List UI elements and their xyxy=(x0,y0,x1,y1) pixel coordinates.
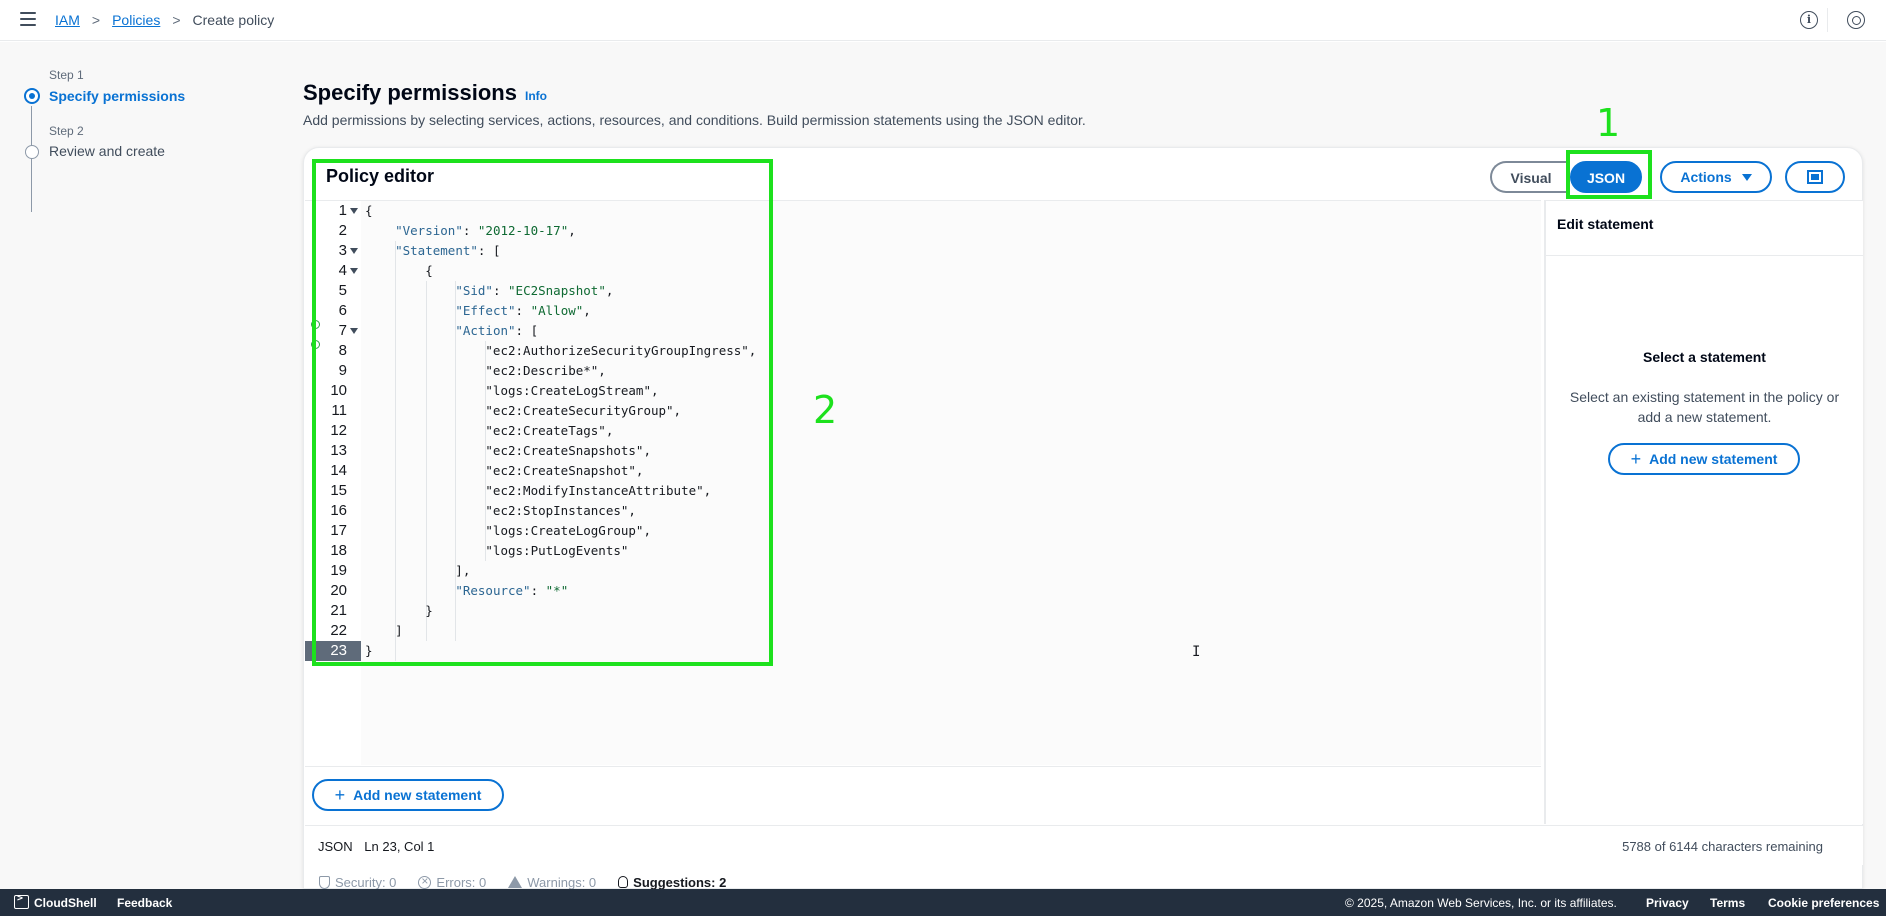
top-navigation: IAM > Policies > Create policy xyxy=(0,0,1886,41)
step-connector xyxy=(31,106,32,212)
plus-icon: + xyxy=(1630,449,1642,469)
annotation-label-1: 1 xyxy=(1596,101,1621,145)
divider xyxy=(1827,8,1828,32)
chevron-right-icon: > xyxy=(172,12,181,28)
select-statement-title: Select a statement xyxy=(1643,349,1766,365)
chevron-right-icon: > xyxy=(91,12,101,28)
cloudshell-icon[interactable] xyxy=(14,893,29,909)
add-new-statement-label: Add new statement xyxy=(353,787,482,803)
shield-icon xyxy=(319,875,330,889)
warnings-check[interactable]: Warnings: 0 xyxy=(508,874,596,890)
cloudshell-link[interactable]: CloudShell xyxy=(34,896,97,910)
cursor-position: Ln 23, Col 1 xyxy=(364,839,435,854)
validation-checks: Security: 0 Errors: 0 Warnings: 0 Sugges… xyxy=(305,866,1863,890)
step-1-label[interactable]: Specify permissions xyxy=(49,88,185,104)
suggestions-count: Suggestions: 2 xyxy=(633,874,727,890)
fullscreen-icon xyxy=(1807,170,1823,184)
error-icon xyxy=(418,874,432,889)
edit-statement-panel: Edit statement Select a statement Select… xyxy=(1544,200,1863,824)
page-title: Specify permissions xyxy=(303,80,517,105)
divider xyxy=(1546,255,1863,256)
terms-link[interactable]: Terms xyxy=(1710,896,1745,910)
edit-statement-title: Edit statement xyxy=(1557,216,1654,232)
select-statement-description: Select an existing statement in the poli… xyxy=(1569,389,1840,425)
panel-add-new-statement-button[interactable]: + Add new statement xyxy=(1608,443,1800,475)
add-statement-row: + Add new statement xyxy=(305,766,1541,824)
lightbulb-icon xyxy=(618,876,629,888)
security-check[interactable]: Security: 0 xyxy=(319,874,396,890)
annotation-box-2 xyxy=(312,159,773,666)
step-1-number: Step 1 xyxy=(49,68,84,82)
errors-check[interactable]: Errors: 0 xyxy=(418,874,486,890)
breadcrumb-current: Create policy xyxy=(192,12,275,28)
security-count: Security: 0 xyxy=(335,874,397,890)
plus-icon: + xyxy=(334,785,346,805)
page-description: Add permissions by selecting services, a… xyxy=(303,112,1086,128)
privacy-link[interactable]: Privacy xyxy=(1646,896,1689,910)
settings-icon[interactable] xyxy=(1847,11,1865,29)
info-icon[interactable] xyxy=(1800,11,1818,29)
annotation-box-1 xyxy=(1566,150,1652,199)
step-2-number: Step 2 xyxy=(49,124,84,138)
fullscreen-button[interactable] xyxy=(1785,161,1845,193)
breadcrumb-iam[interactable]: IAM xyxy=(55,12,80,28)
editor-status-bar: JSON Ln 23, Col 1 5788 of 6144 character… xyxy=(305,825,1863,865)
step-active-icon xyxy=(24,88,40,104)
console-footer: CloudShell Feedback © 2025, Amazon Web S… xyxy=(0,889,1886,916)
suggestions-check[interactable]: Suggestions: 2 xyxy=(618,874,726,890)
characters-remaining: 5788 of 6144 characters remaining xyxy=(1622,839,1823,854)
panel-add-new-statement-label: Add new statement xyxy=(1649,451,1778,467)
annotation-label-2: 2 xyxy=(813,388,838,432)
breadcrumb-policies[interactable]: Policies xyxy=(112,12,160,28)
editor-mode: JSON xyxy=(318,839,353,854)
breadcrumb: IAM > Policies > Create policy xyxy=(55,12,274,28)
step-2-label[interactable]: Review and create xyxy=(49,143,165,159)
cursor-status: JSON Ln 23, Col 1 xyxy=(318,839,442,854)
cookie-preferences-link[interactable]: Cookie preferences xyxy=(1768,896,1879,910)
actions-button[interactable]: Actions xyxy=(1660,161,1772,193)
copyright-text: © 2025, Amazon Web Services, Inc. or its… xyxy=(1345,896,1617,910)
warning-icon xyxy=(508,876,523,888)
info-link[interactable]: Info xyxy=(525,89,547,103)
caret-down-icon xyxy=(1741,173,1752,181)
actions-label: Actions xyxy=(1680,169,1732,185)
visual-tab[interactable]: Visual xyxy=(1490,161,1570,193)
warnings-count: Warnings: 0 xyxy=(527,874,597,890)
feedback-link[interactable]: Feedback xyxy=(117,896,172,910)
add-new-statement-button[interactable]: + Add new statement xyxy=(312,779,504,811)
hamburger-icon[interactable] xyxy=(20,12,36,26)
step-inactive-icon xyxy=(25,145,39,159)
errors-count: Errors: 0 xyxy=(436,874,487,890)
text-cursor-icon: I xyxy=(1192,644,1201,660)
